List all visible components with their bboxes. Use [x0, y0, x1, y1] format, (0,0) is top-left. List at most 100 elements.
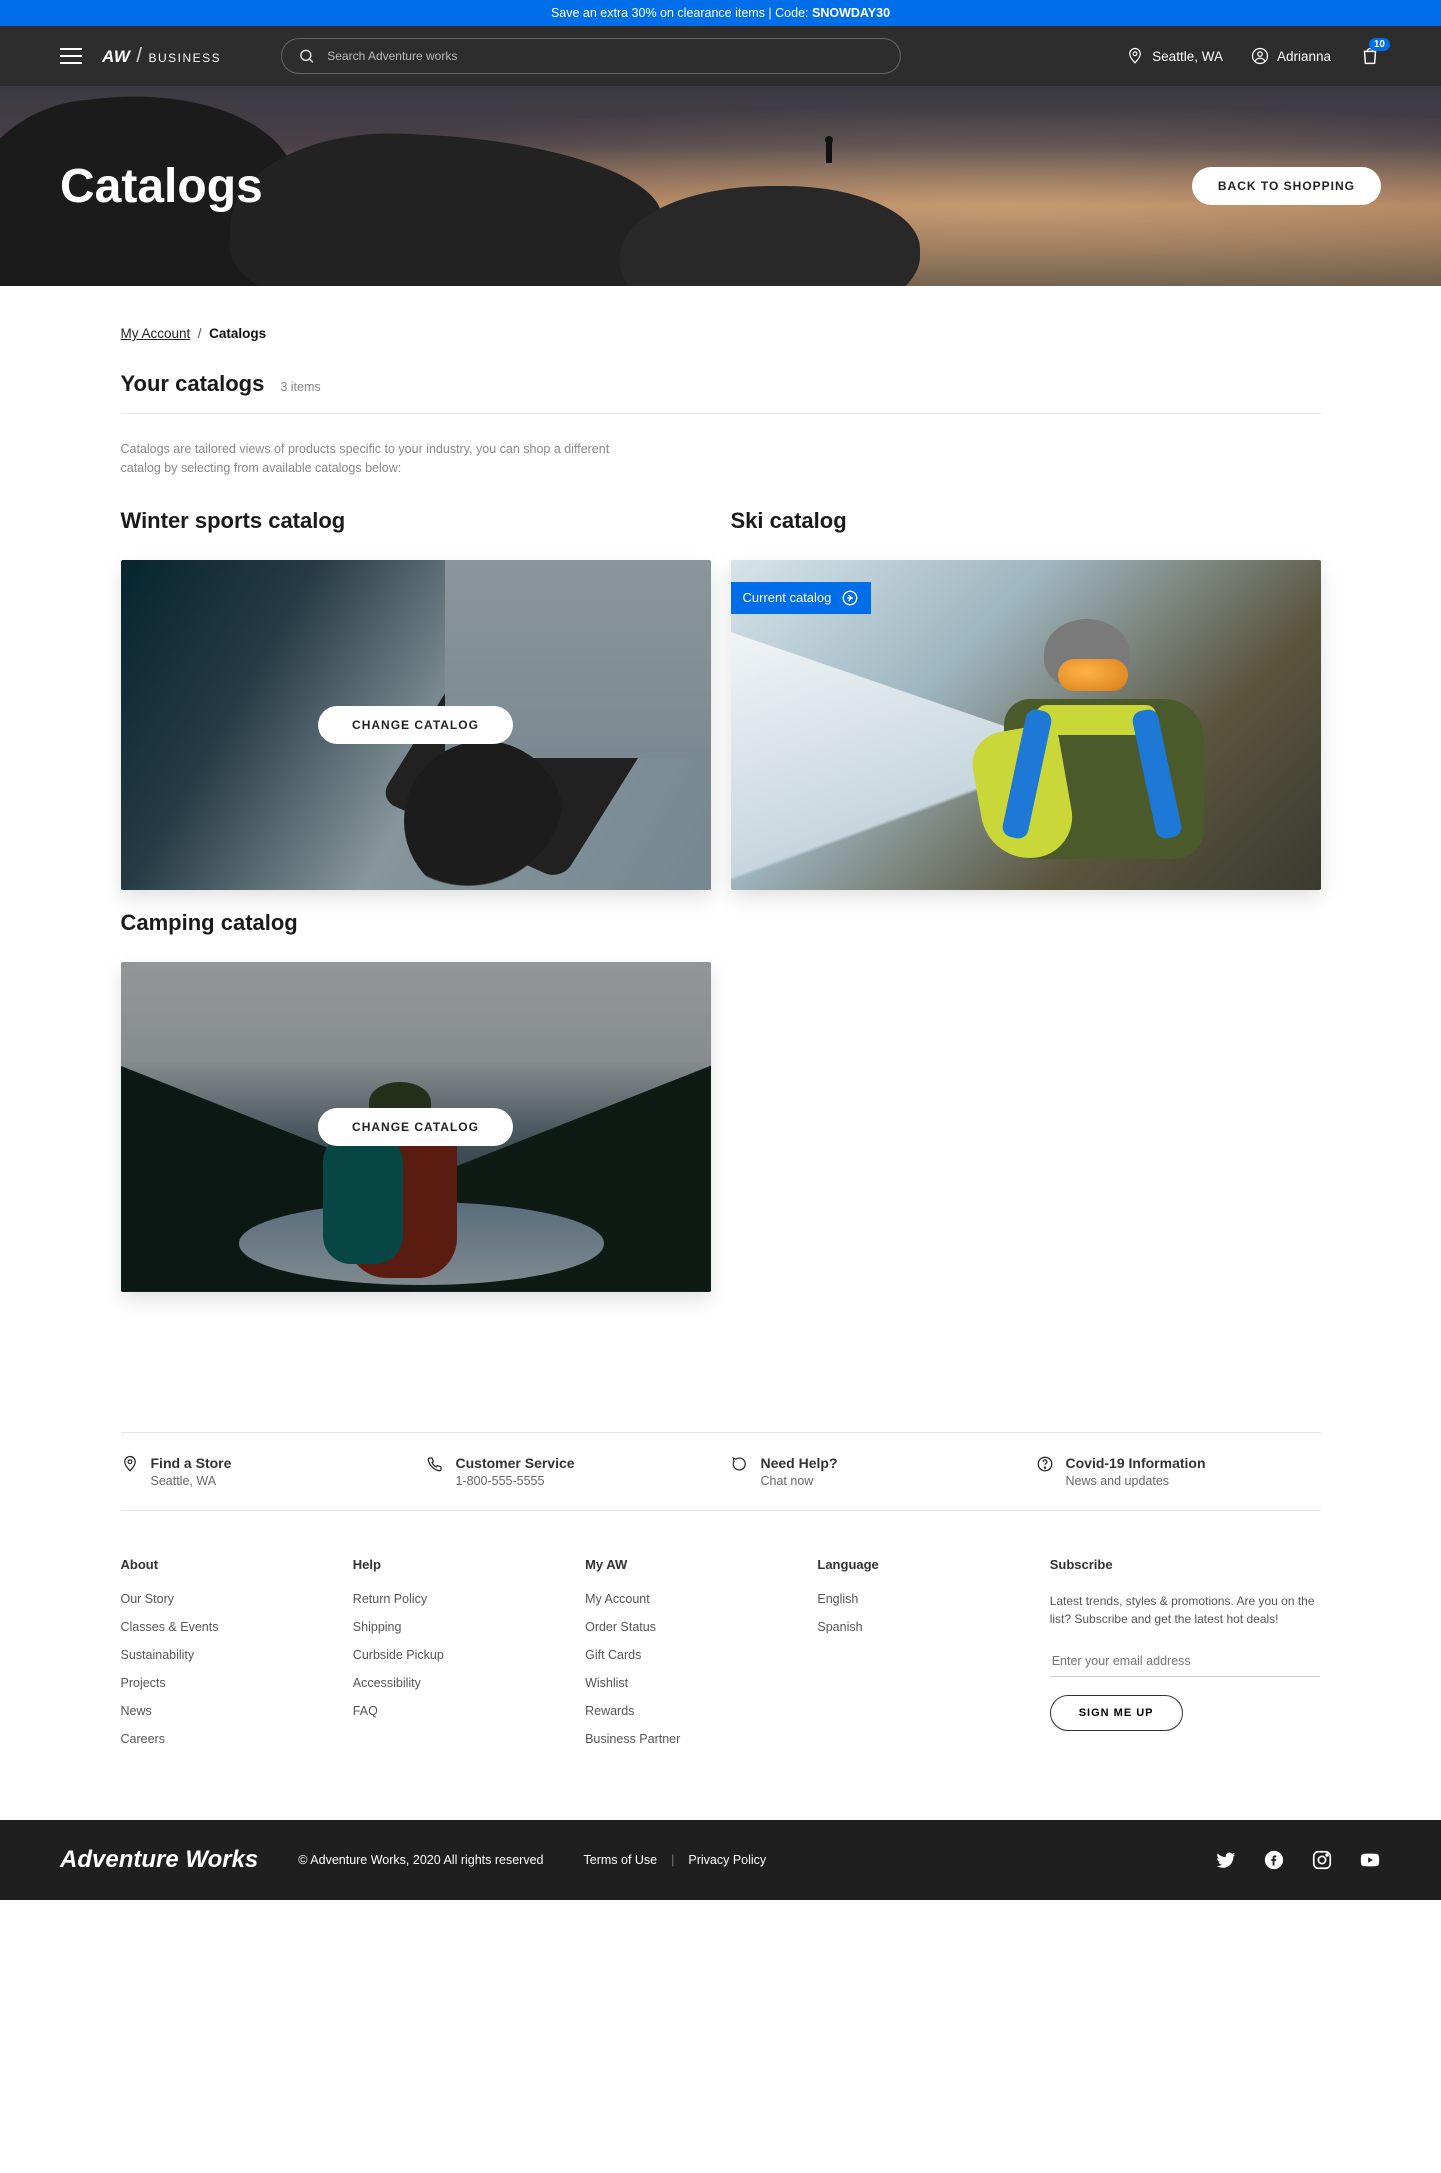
page-title: Catalogs — [60, 159, 263, 214]
search-input[interactable] — [327, 49, 884, 63]
service-find-store[interactable]: Find a Store Seattle, WA — [121, 1455, 406, 1488]
catalog-card-winter: Winter sports catalog CHANGE CATALOG — [121, 508, 711, 890]
footer-link[interactable]: FAQ — [353, 1704, 561, 1718]
section-description: Catalogs are tailored views of products … — [121, 414, 611, 488]
service-covid[interactable]: Covid-19 InformationNews and updates — [1036, 1455, 1321, 1488]
footer-heading: Help — [353, 1557, 561, 1572]
service-help[interactable]: Need Help? Chat now — [731, 1455, 1016, 1488]
footer-link[interactable]: Classes & Events — [121, 1620, 329, 1634]
footer-logo[interactable]: Adventure Works — [60, 1846, 258, 1874]
footer-link[interactable]: Spanish — [817, 1620, 1025, 1634]
terms-link[interactable]: Terms of Use — [584, 1853, 658, 1867]
catalog-tile[interactable]: CHANGE CATALOG — [121, 962, 711, 1292]
section-header: Your catalogs 3 items — [121, 371, 1321, 414]
promo-bar: Save an extra 30% on clearance items | C… — [0, 0, 1441, 26]
footer-link[interactable]: Accessibility — [353, 1676, 561, 1690]
catalog-tile[interactable]: Current catalog — [731, 560, 1321, 890]
service-sub: Chat now — [761, 1474, 838, 1488]
logo-slash: / — [136, 45, 142, 68]
logo-sub: BUSINESS — [148, 51, 221, 65]
cart-button[interactable]: 10 — [1359, 45, 1381, 67]
pin-icon — [121, 1455, 139, 1473]
section-title: Your catalogs — [121, 371, 265, 397]
separator: | — [671, 1853, 674, 1867]
logo[interactable]: AW / BUSINESS — [102, 45, 221, 68]
catalog-title: Camping catalog — [121, 910, 711, 936]
user-button[interactable]: Adrianna — [1251, 47, 1331, 65]
footer-col-about: About Our Story Classes & Events Sustain… — [121, 1557, 329, 1760]
breadcrumb-sep: / — [198, 326, 202, 341]
footer-link[interactable]: Gift Cards — [585, 1648, 793, 1662]
pin-icon — [1126, 47, 1144, 65]
service-title: Find a Store — [151, 1455, 232, 1471]
service-sub: 1-800-555-5555 — [456, 1474, 575, 1488]
catalog-card-camping: Camping catalog CHANGE CATALOG — [121, 910, 711, 1292]
breadcrumb-current: Catalogs — [209, 326, 266, 341]
back-to-shopping-button[interactable]: BACK TO SHOPPING — [1192, 167, 1381, 205]
footer-link[interactable]: Our Story — [121, 1592, 329, 1606]
search-box[interactable] — [281, 38, 901, 74]
phone-icon — [426, 1455, 444, 1473]
footer-links: About Our Story Classes & Events Sustain… — [121, 1511, 1321, 1820]
footer-link[interactable]: Order Status — [585, 1620, 793, 1634]
footer-link[interactable]: Business Partner — [585, 1732, 793, 1746]
badge-label: Current catalog — [743, 590, 832, 605]
breadcrumb-root[interactable]: My Account — [121, 326, 191, 341]
location-button[interactable]: Seattle, WA — [1126, 47, 1223, 65]
menu-icon[interactable] — [60, 48, 82, 64]
catalog-title: Winter sports catalog — [121, 508, 711, 534]
item-count: 3 items — [280, 380, 320, 394]
footer-link[interactable]: Careers — [121, 1732, 329, 1746]
subscribe-description: Latest trends, styles & promotions. Are … — [1050, 1592, 1321, 1628]
footer-heading: Language — [817, 1557, 1025, 1572]
user-icon — [1251, 47, 1269, 65]
help-circle-icon — [1036, 1455, 1054, 1473]
catalog-tile[interactable]: CHANGE CATALOG — [121, 560, 711, 890]
footer-heading: My AW — [585, 1557, 793, 1572]
footer-col-language: Language English Spanish — [817, 1557, 1025, 1760]
catalog-grid: Winter sports catalog CHANGE CATALOG Ski… — [121, 508, 1321, 1292]
service-sub: Seattle, WA — [151, 1474, 232, 1488]
footer-link[interactable]: Curbside Pickup — [353, 1648, 561, 1662]
breadcrumb: My Account / Catalogs — [121, 286, 1321, 371]
footer-col-myaw: My AW My Account Order Status Gift Cards… — [585, 1557, 793, 1760]
signup-button[interactable]: SIGN ME UP — [1050, 1695, 1183, 1731]
logo-main: AW — [102, 47, 130, 67]
footer-link[interactable]: Sustainability — [121, 1648, 329, 1662]
footer-link[interactable]: Rewards — [585, 1704, 793, 1718]
legal-links: Terms of Use | Privacy Policy — [584, 1853, 767, 1867]
hero: Catalogs BACK TO SHOPPING — [0, 86, 1441, 286]
footer-link[interactable]: My Account — [585, 1592, 793, 1606]
service-customer-service[interactable]: Customer Service 1-800-555-5555 — [426, 1455, 711, 1488]
footer-link[interactable]: Projects — [121, 1676, 329, 1690]
change-catalog-button[interactable]: CHANGE CATALOG — [318, 1108, 513, 1146]
email-input[interactable] — [1050, 1646, 1321, 1677]
footer-link[interactable]: Wishlist — [585, 1676, 793, 1690]
footer-link[interactable]: Return Policy — [353, 1592, 561, 1606]
twitter-icon[interactable] — [1215, 1849, 1237, 1871]
footer-link[interactable]: News — [121, 1704, 329, 1718]
catalog-card-ski: Ski catalog Current catalog — [731, 508, 1321, 890]
facebook-icon[interactable] — [1263, 1849, 1285, 1871]
service-title: Covid-19 Information — [1066, 1455, 1206, 1471]
location-label: Seattle, WA — [1152, 49, 1223, 64]
footer-link[interactable]: Shipping — [353, 1620, 561, 1634]
chat-icon — [731, 1455, 749, 1473]
copyright: © Adventure Works, 2020 All rights reser… — [298, 1853, 543, 1867]
privacy-link[interactable]: Privacy Policy — [688, 1853, 766, 1867]
service-title: Need Help? — [761, 1455, 838, 1471]
footer-bar: Adventure Works © Adventure Works, 2020 … — [0, 1820, 1441, 1900]
change-catalog-button[interactable]: CHANGE CATALOG — [318, 706, 513, 744]
footer-heading: Subscribe — [1050, 1557, 1321, 1572]
youtube-icon[interactable] — [1359, 1849, 1381, 1871]
footer-link[interactable]: English — [817, 1592, 1025, 1606]
service-title: Customer Service — [456, 1455, 575, 1471]
social-links — [1215, 1849, 1381, 1871]
arrow-right-circle-icon — [841, 589, 859, 607]
catalog-title: Ski catalog — [731, 508, 1321, 534]
instagram-icon[interactable] — [1311, 1849, 1333, 1871]
footer-col-subscribe: Subscribe Latest trends, styles & promot… — [1050, 1557, 1321, 1760]
footer-col-help: Help Return Policy Shipping Curbside Pic… — [353, 1557, 561, 1760]
current-catalog-badge: Current catalog — [731, 582, 872, 614]
header: AW / BUSINESS Seattle, WA Adrianna 10 — [0, 26, 1441, 86]
